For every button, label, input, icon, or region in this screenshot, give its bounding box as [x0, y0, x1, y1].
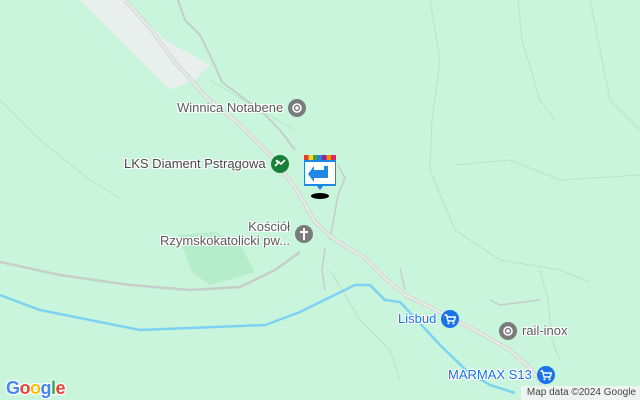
- location-marker[interactable]: [303, 155, 337, 201]
- poi-lks-diament[interactable]: LKS Diament Pstrągowa: [124, 155, 289, 173]
- track-line: [0, 99, 121, 199]
- poi-winnica-notabene[interactable]: Winnica Notabene: [177, 99, 307, 117]
- track-line: [454, 159, 640, 181]
- logo-letter: g: [40, 378, 52, 398]
- sports-icon: [270, 155, 289, 173]
- poi-label-line1: Kościół: [248, 219, 291, 234]
- poi-kosciol[interactable]: Kościół Rzymskokatolicki pw...: [160, 220, 314, 248]
- poi-label: Winnica Notabene: [177, 100, 284, 115]
- urban-area: [80, 0, 210, 90]
- dot-circle-icon: [499, 322, 517, 340]
- poi-label: Kościół Rzymskokatolicki pw...: [160, 220, 290, 248]
- side-road: [489, 299, 541, 306]
- poi-label-line2: Rzymskokatolicki pw...: [160, 233, 291, 248]
- dot-circle-icon: [288, 99, 307, 117]
- poi-label: rail-inox: [522, 323, 568, 338]
- track-line: [517, 0, 556, 121]
- track-line: [329, 269, 401, 381]
- logo-letter: o: [30, 378, 41, 398]
- map-attribution[interactable]: Map data ©2024 Google: [520, 386, 640, 400]
- poi-label: Lisbud: [398, 311, 437, 326]
- logo-letter: o: [19, 378, 31, 398]
- side-road: [399, 267, 406, 291]
- location-marker-icon: [303, 155, 337, 199]
- track-line: [539, 269, 561, 361]
- shopping-cart-icon: [536, 366, 555, 384]
- track-line: [429, 0, 591, 283]
- logo-letter: e: [55, 378, 66, 398]
- poi-lisbud[interactable]: Lisbud: [398, 310, 460, 328]
- poi-rail-inox[interactable]: rail-inox: [499, 322, 568, 340]
- google-logo: Google: [6, 378, 66, 399]
- track-line: [589, 0, 640, 131]
- poi-label: LKS Diament Pstrągowa: [124, 156, 266, 171]
- side-road: [0, 250, 301, 292]
- river: [0, 283, 516, 395]
- map-canvas[interactable]: Winnica Notabene LKS Diament Pstrągowa K…: [0, 0, 640, 400]
- logo-letter: G: [6, 378, 20, 398]
- shopping-cart-icon: [441, 310, 460, 328]
- cross-icon: [295, 225, 314, 243]
- poi-marmax[interactable]: MARMAX S13: [448, 366, 555, 384]
- poi-label: MARMAX S13: [448, 367, 532, 382]
- side-road: [321, 247, 326, 291]
